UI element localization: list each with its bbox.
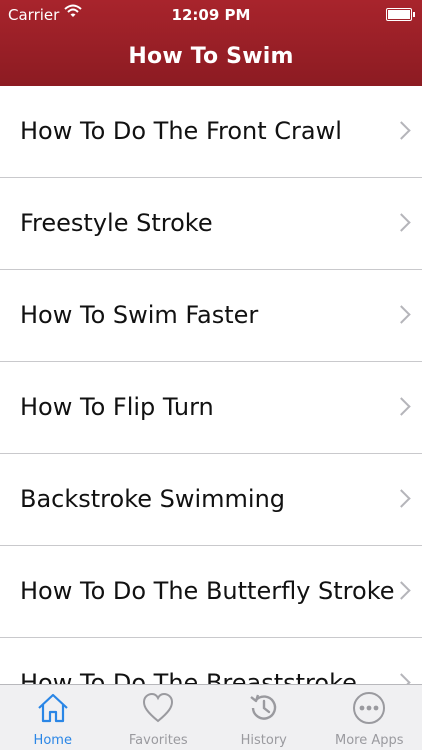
list-item[interactable]: Freestyle Stroke bbox=[0, 178, 422, 270]
list-item[interactable]: How To Do The Butterfly Stroke bbox=[0, 546, 422, 638]
page-title: How To Swim bbox=[128, 44, 294, 69]
history-icon bbox=[250, 694, 276, 720]
chevron-right-icon bbox=[392, 581, 411, 600]
chevron-right-icon bbox=[392, 305, 411, 324]
tab-label: More Apps bbox=[334, 733, 404, 748]
list-item[interactable]: How To Flip Turn bbox=[0, 362, 422, 454]
tab-label: Favorites bbox=[128, 733, 188, 748]
list-item-label: Backstroke Swimming bbox=[20, 485, 286, 513]
more-icon bbox=[353, 692, 386, 724]
tab-history[interactable]: History bbox=[211, 685, 317, 750]
status-bar: Carrier 12:09 PM bbox=[0, 0, 422, 30]
tab-label: History bbox=[240, 733, 287, 748]
tab-favorites[interactable]: Favorites bbox=[106, 685, 212, 750]
chevron-right-icon bbox=[392, 213, 411, 232]
chevron-right-icon bbox=[392, 489, 411, 508]
header: Carrier 12:09 PM How To Swim bbox=[0, 0, 422, 86]
list-item-label: How To Flip Turn bbox=[20, 393, 214, 421]
heart-icon bbox=[143, 692, 174, 723]
list-item[interactable]: How To Swim Faster bbox=[0, 270, 422, 362]
tab-more-apps[interactable]: More Apps bbox=[317, 685, 422, 750]
battery-icon bbox=[386, 8, 415, 21]
list-item-label: How To Do The Breaststroke bbox=[20, 669, 357, 684]
list-item-label: How To Do The Butterfly Stroke bbox=[20, 577, 395, 605]
list-item[interactable]: Backstroke Swimming bbox=[0, 454, 422, 546]
home-icon bbox=[38, 693, 68, 723]
tab-home[interactable]: Home bbox=[0, 685, 106, 750]
status-time: 12:09 PM bbox=[171, 6, 251, 24]
chevron-right-icon bbox=[392, 121, 411, 140]
list-item-label: Freestyle Stroke bbox=[20, 209, 213, 237]
chevron-right-icon bbox=[392, 673, 411, 684]
list-item-label: How To Do The Front Crawl bbox=[20, 117, 342, 145]
list-item-label: How To Swim Faster bbox=[20, 301, 259, 329]
chevron-right-icon bbox=[392, 397, 411, 416]
tab-label: Home bbox=[33, 733, 72, 748]
list-item[interactable]: How To Do The Front Crawl bbox=[0, 86, 422, 178]
list-item[interactable]: How To Do The Breaststroke bbox=[0, 638, 422, 684]
topic-list: How To Do The Front Crawl Freestyle Stro… bbox=[0, 86, 422, 684]
tab-bar: Home Favorites History More Apps bbox=[0, 684, 422, 750]
